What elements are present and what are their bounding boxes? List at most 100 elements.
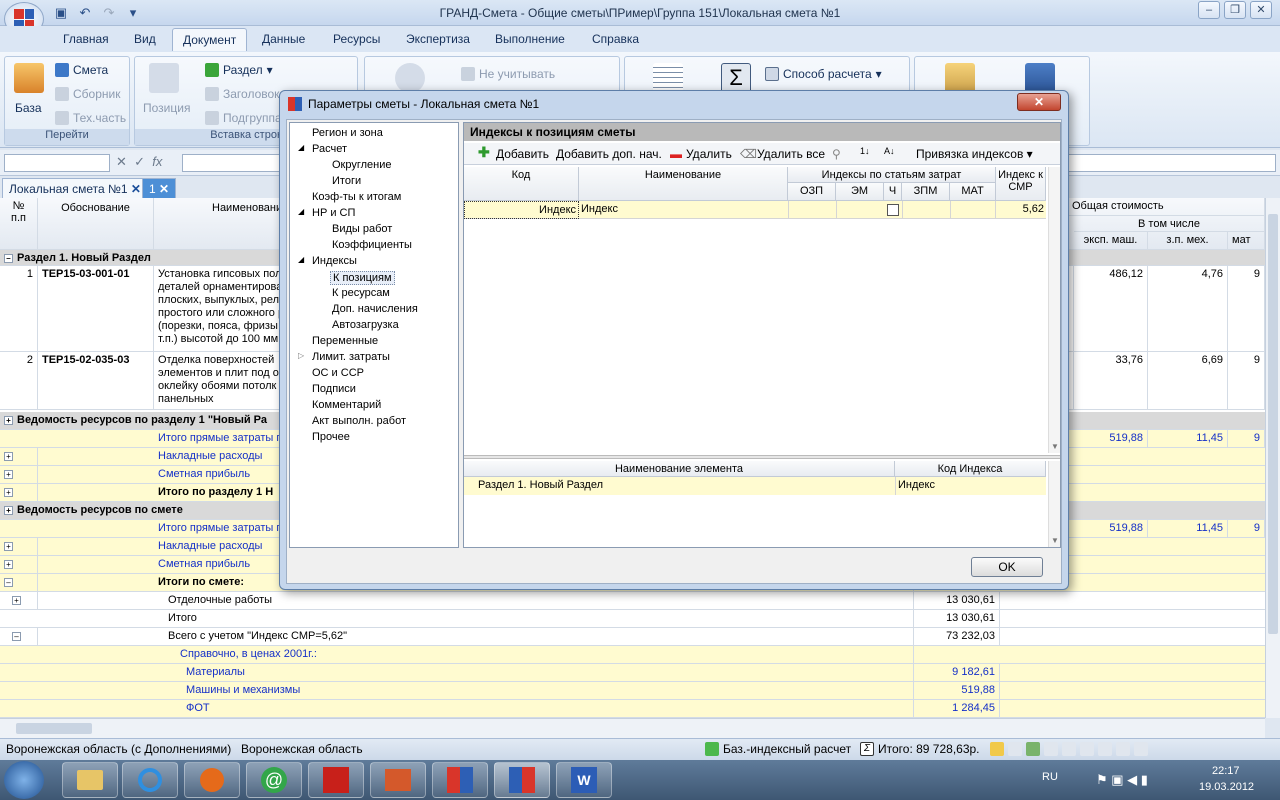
expand-icon[interactable]: +	[4, 541, 13, 551]
tab-dannye[interactable]: Данные	[262, 32, 305, 46]
cell-zpm[interactable]	[902, 201, 950, 219]
start-button[interactable]	[4, 761, 44, 799]
tree-item-selected[interactable]: К позициям	[330, 271, 395, 285]
dialog-close-button[interactable]: ✕	[1017, 93, 1061, 111]
table-row[interactable]: – Всего с учетом "Индекс СМР=5,62" 73 23…	[0, 628, 1265, 646]
vertical-scrollbar[interactable]	[1265, 198, 1280, 718]
restore-button[interactable]: ❐	[1224, 1, 1246, 19]
tab-vypolnenie[interactable]: Выполнение	[495, 32, 565, 46]
view-icon[interactable]	[990, 742, 1004, 756]
tab-spravka[interactable]: Справка	[592, 32, 639, 46]
scroll-down-icon[interactable]: ▼	[1049, 442, 1061, 451]
tree-item[interactable]: ОС и ССР	[312, 367, 364, 379]
razdel-button[interactable]: Раздел ▾	[205, 63, 273, 77]
scroll-thumb[interactable]	[1268, 214, 1278, 634]
tree-item[interactable]: Доп. начисления	[332, 303, 418, 315]
doc-icon[interactable]	[1062, 742, 1076, 756]
chevron-down-icon[interactable]: ▾	[124, 4, 142, 22]
collapse-icon[interactable]: –	[4, 253, 13, 263]
status-itogo[interactable]: Σ Итого: 89 728,63р.	[860, 742, 980, 756]
ne-uchityvat-button[interactable]: Не учитывать	[461, 67, 555, 81]
collapse-icon[interactable]: –	[12, 631, 21, 641]
explorer-icon[interactable]	[62, 762, 118, 798]
tree-item[interactable]: Коэффициенты	[332, 239, 412, 251]
tree-item[interactable]: Коэф-ты к итогам	[312, 191, 401, 203]
scroll-thumb[interactable]	[16, 723, 92, 734]
tree-item[interactable]: Виды работ	[332, 223, 392, 235]
add-button[interactable]: Добавить	[496, 147, 549, 161]
doc-icon[interactable]	[1098, 742, 1112, 756]
scroll-down-icon[interactable]: ▼	[1049, 536, 1061, 545]
cell-smr[interactable]: 5,62	[996, 203, 1044, 215]
tree-item[interactable]: Акт выполн. работ	[312, 415, 406, 427]
sbornik-button[interactable]: Сборник	[55, 87, 120, 101]
cell-naim[interactable]: Индекс	[581, 203, 618, 215]
collapse-triangle-icon[interactable]: ◢	[298, 143, 304, 152]
expand-icon[interactable]: +	[4, 469, 13, 479]
close-button[interactable]: ✕	[1250, 1, 1272, 19]
clock-date[interactable]: 19.03.2012	[1199, 781, 1254, 793]
expand-icon[interactable]: +	[4, 505, 13, 515]
presentation-icon[interactable]	[370, 762, 426, 798]
tree-item[interactable]: Индексы	[312, 255, 357, 267]
collapse-triangle-icon[interactable]: ◢	[298, 255, 304, 264]
close-tab-icon[interactable]: ✕	[131, 182, 141, 196]
status-calc[interactable]: Баз.-индексный расчет	[705, 742, 851, 756]
table-row[interactable]: Машины и механизмы 519,88	[0, 682, 1265, 700]
cell-mat[interactable]	[950, 201, 996, 219]
element-row[interactable]: Раздел 1. Новый Раздел Индекс	[464, 477, 1046, 495]
tab-vid[interactable]: Вид	[134, 32, 156, 46]
expand-icon[interactable]: +	[4, 415, 13, 425]
table-row[interactable]: ФОТ 1 284,45	[0, 700, 1265, 718]
ie-icon[interactable]	[122, 762, 178, 798]
doc-tab-1[interactable]: 1 ✕	[142, 178, 177, 198]
collapse-icon[interactable]: –	[4, 577, 13, 587]
splitter[interactable]	[464, 455, 1060, 459]
doc-tab-smeta[interactable]: Локальная смета №1 ✕	[2, 178, 148, 198]
table-row[interactable]: Материалы 9 182,61	[0, 664, 1265, 682]
tree-item[interactable]: Подписи	[312, 383, 356, 395]
add-extra-button[interactable]: Добавить доп. нач.	[556, 147, 662, 161]
expand-icon[interactable]: +	[4, 487, 13, 497]
pozitsiya-button[interactable]: Позиция	[143, 101, 190, 115]
expand-triangle-icon[interactable]: ▷	[298, 351, 304, 360]
table-row[interactable]: Итого 13 030,61	[0, 610, 1265, 628]
word-icon[interactable]: W	[556, 762, 612, 798]
bind-indices-button[interactable]: Привязка индексов ▾	[916, 147, 1033, 161]
delete-all-button[interactable]: Удалить все	[757, 147, 825, 161]
lang-indicator[interactable]: RU	[1042, 771, 1058, 783]
baza-button[interactable]: База	[15, 101, 42, 115]
tekh-button[interactable]: Тех.часть	[55, 111, 126, 125]
expand-icon[interactable]: +	[4, 559, 13, 569]
cell-name-box[interactable]	[4, 154, 110, 172]
expand-icon[interactable]: +	[4, 451, 13, 461]
horizontal-scrollbar[interactable]	[0, 718, 1265, 738]
tree-item[interactable]: Расчет	[312, 143, 347, 155]
tray-icons[interactable]: ⚑ ▣ ◀ ▮	[1096, 772, 1148, 788]
doc-icon[interactable]	[1134, 742, 1148, 756]
cell-em[interactable]	[836, 201, 884, 219]
tree-item[interactable]: Итоги	[332, 175, 361, 187]
tree-item[interactable]: НР и СП	[312, 207, 355, 219]
pdf-reader-icon[interactable]	[308, 762, 364, 798]
redo-icon[interactable]: ↷	[100, 4, 118, 22]
ok-button[interactable]: OK	[971, 557, 1043, 577]
close-tab-icon[interactable]: ✕	[159, 182, 169, 196]
delete-button[interactable]: Удалить	[686, 147, 732, 161]
grand-smeta-icon[interactable]	[432, 762, 488, 798]
index-row[interactable]: Индекс Индекс 5,62	[464, 201, 1046, 219]
tree-item[interactable]: Регион и зона	[312, 127, 383, 139]
expand-icon[interactable]: +	[12, 595, 21, 605]
cell-ozp[interactable]	[788, 201, 836, 219]
sposob-rascheta-button[interactable]: Способ расчета ▾	[765, 67, 882, 81]
tree-item[interactable]: К ресурсам	[332, 287, 390, 299]
cell-kod[interactable]: Индекс	[464, 201, 579, 219]
upper-scrollbar[interactable]: ▼	[1048, 167, 1060, 453]
doc-icon[interactable]	[1116, 742, 1130, 756]
sort-alpha-icon[interactable]: A↓	[884, 146, 895, 156]
doc-icon[interactable]	[1044, 742, 1058, 756]
tab-dokument[interactable]: Документ	[172, 28, 248, 51]
tree-item[interactable]: Автозагрузка	[332, 319, 399, 331]
tab-glavnaya[interactable]: Главная	[63, 32, 109, 46]
mail-agent-icon[interactable]: @	[246, 762, 302, 798]
